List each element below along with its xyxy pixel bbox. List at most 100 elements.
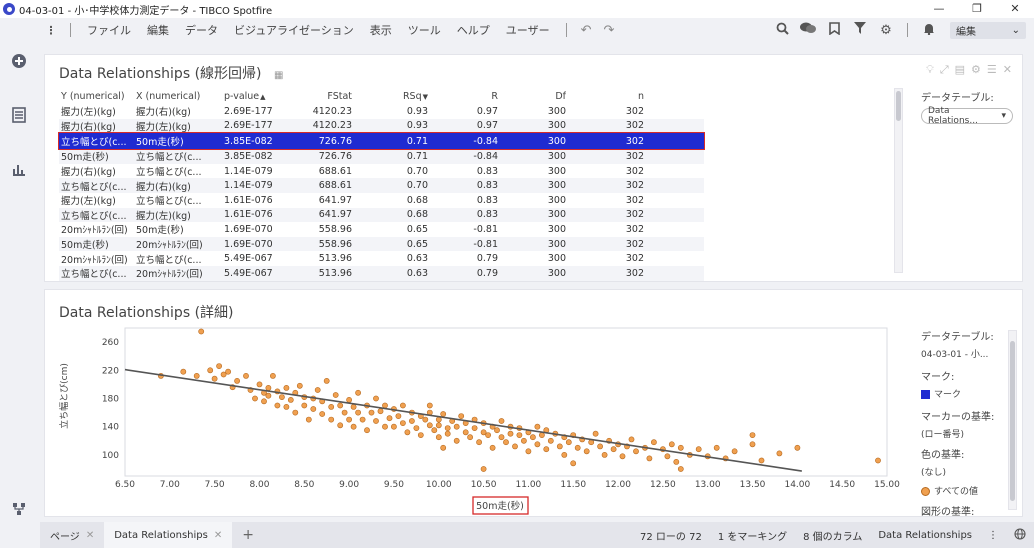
- restore-button[interactable]: ❐: [958, 0, 996, 18]
- undo-icon[interactable]: ↶: [575, 23, 598, 38]
- column-header-df[interactable]: Df: [498, 91, 566, 102]
- legend-scrollbar[interactable]: [1008, 330, 1017, 510]
- table-row[interactable]: 握力(左)(kg) 立ち幅とび(c... 1.61E-076 641.97 0.68 0.…: [59, 193, 704, 208]
- menu-file[interactable]: ファイル: [79, 22, 139, 38]
- status-marked[interactable]: 1 をマーキング: [710, 528, 795, 543]
- minimize-button[interactable]: —: [920, 0, 958, 18]
- menu-visualization[interactable]: ビジュアライゼーション: [226, 22, 362, 38]
- close-button[interactable]: ✕: [996, 0, 1034, 18]
- filter-icon[interactable]: [847, 22, 873, 38]
- data-point: [296, 382, 303, 389]
- table-scrollbar-thumb[interactable]: [896, 91, 901, 121]
- table-cell: 1.61E-076: [224, 209, 273, 221]
- data-point: [749, 432, 756, 438]
- globe-icon[interactable]: [1006, 527, 1034, 543]
- column-header-n[interactable]: n: [566, 91, 648, 102]
- table-cell: 5.49E-067: [224, 267, 273, 279]
- data-point: [355, 389, 361, 396]
- lightbulb-icon[interactable]: 💡︎: [926, 63, 934, 77]
- visualization-types-icon[interactable]: [10, 160, 28, 178]
- menu-separator: [565, 23, 567, 37]
- legend-marker-basis-value[interactable]: (ロー番号): [921, 427, 1005, 440]
- table-cell: 300: [547, 194, 566, 206]
- table-row[interactable]: 立ち幅とび(c... 50m走(秒) 3.85E-082 726.76 0.71 -0.8…: [58, 132, 705, 151]
- menu-separator: [70, 23, 71, 37]
- legend-marker-label: マーク:: [921, 372, 955, 383]
- data-flow-icon[interactable]: [10, 500, 28, 518]
- menu-user[interactable]: ユーザー: [498, 22, 558, 38]
- data-table-dropdown[interactable]: Data Relations... ▾: [921, 106, 1013, 126]
- data-canvas-icon[interactable]: [10, 106, 28, 124]
- y-axis-label: 立ち幅とび(cm): [58, 363, 70, 429]
- status-data-table[interactable]: Data Relationships: [870, 530, 980, 541]
- details-icon[interactable]: ▤: [955, 63, 965, 77]
- table-side-panel: データテーブル: Data Relations... ▾: [921, 89, 1013, 126]
- chevron-down-icon: ⌄: [1011, 24, 1020, 36]
- table-row[interactable]: 20mｼｬﾄﾙﾗﾝ(回) 立ち幅とび(c... 5.49E-067 513.96 0.6…: [59, 251, 704, 266]
- gear-icon[interactable]: ⚙: [873, 23, 899, 38]
- table-row[interactable]: 握力(左)(kg) 握力(右)(kg) 2.69E-177 4120.23 0.93 0.…: [59, 104, 704, 119]
- column-header-rsq[interactable]: RSq▼: [352, 91, 428, 102]
- search-icon[interactable]: [769, 22, 795, 39]
- legend-scrollbar-thumb[interactable]: [1010, 341, 1015, 501]
- menu-data[interactable]: データ: [177, 22, 226, 38]
- table-row[interactable]: 立ち幅とび(c... 握力(右)(kg) 1.14E-079 688.61 0.70 0.…: [59, 178, 704, 193]
- legend-all-values-item[interactable]: すべての値: [921, 484, 1005, 497]
- bookmark-icon[interactable]: [821, 21, 847, 39]
- notification-icon[interactable]: [916, 22, 942, 39]
- menu-tools[interactable]: ツール: [400, 22, 449, 38]
- table-row[interactable]: 立ち幅とび(c... 握力(左)(kg) 1.61E-076 641.97 0.68 0.…: [59, 207, 704, 223]
- menu-view[interactable]: 表示: [362, 22, 400, 38]
- table-cell: 5.49E-067: [224, 253, 273, 265]
- add-data-icon[interactable]: [10, 52, 28, 70]
- toolbar-right: ⚙ 編集 ⌄: [769, 18, 1034, 42]
- table-cell: 0.93: [406, 120, 428, 132]
- menu-edit[interactable]: 編集: [139, 22, 177, 38]
- table-cell: 20mｼｬﾄﾙﾗﾝ(回): [61, 225, 128, 237]
- tab-pages[interactable]: ページ ✕: [40, 522, 104, 548]
- redo-icon[interactable]: ↷: [597, 23, 620, 38]
- table-body: 握力(左)(kg) 握力(右)(kg) 2.69E-177 4120.23 0.93 0.…: [58, 104, 705, 281]
- data-point: [619, 453, 626, 460]
- data-point: [332, 392, 339, 398]
- table-cell: 300: [547, 267, 566, 279]
- legend-marker-item[interactable]: マーク: [921, 387, 1005, 400]
- table-cell: 立ち幅とび(c...: [61, 269, 127, 281]
- status-columns[interactable]: 8 個のカラム: [795, 528, 870, 543]
- table-row[interactable]: 握力(右)(kg) 立ち幅とび(c... 1.14E-079 688.61 0.70 0.…: [59, 164, 704, 179]
- column-header-y[interactable]: Y (numerical): [59, 91, 136, 102]
- plot-area: [124, 327, 888, 477]
- more-icon[interactable]: ⋮: [980, 530, 1006, 541]
- table-row[interactable]: 50m走(秒) 20mｼｬﾄﾙﾗﾝ(回) 1.69E-070 558.96 0.65 -0…: [59, 236, 704, 252]
- table-row[interactable]: 50m走(秒) 立ち幅とび(c... 3.85E-082 726.76 0.71 -0.8…: [59, 149, 704, 164]
- close-icon[interactable]: ✕: [1003, 63, 1012, 77]
- collaboration-icon[interactable]: [795, 22, 821, 39]
- status-rows[interactable]: 72 ローの 72: [632, 528, 710, 543]
- table-scrollbar[interactable]: [894, 88, 903, 273]
- menu-help[interactable]: ヘルプ: [449, 22, 498, 38]
- gear-icon[interactable]: ⚙: [971, 63, 981, 77]
- close-icon[interactable]: ✕: [86, 530, 94, 541]
- edit-mode-dropdown[interactable]: 編集 ⌄: [950, 21, 1026, 39]
- table-row[interactable]: 20mｼｬﾄﾙﾗﾝ(回) 50m走(秒) 1.69E-070 558.96 0.65 -0…: [59, 222, 704, 237]
- column-header-r[interactable]: R: [428, 91, 498, 102]
- y-tick-label: 180: [102, 394, 119, 404]
- close-icon[interactable]: ✕: [214, 530, 222, 541]
- add-page-button[interactable]: +: [232, 527, 264, 543]
- list-icon[interactable]: ☰: [987, 63, 997, 77]
- more-menu-icon[interactable]: ⋮: [40, 24, 62, 37]
- data-point: [310, 406, 317, 412]
- table-row[interactable]: 立ち幅とび(c... 20mｼｬﾄﾙﾗﾝ(回) 5.49E-067 513.96 0.6…: [59, 265, 704, 281]
- legend-color-basis-value[interactable]: (なし): [921, 465, 1005, 478]
- column-header-p-value[interactable]: p-value▲: [216, 91, 284, 102]
- legend-color-basis-label: 色の基準:: [921, 450, 965, 461]
- data-point: [440, 444, 447, 451]
- tab-data-relationships[interactable]: Data Relationships ✕: [104, 522, 233, 548]
- column-header-fstat[interactable]: FStat: [284, 91, 352, 102]
- column-header-x[interactable]: X (numerical): [136, 91, 216, 102]
- edit-mode-label: 編集: [956, 26, 976, 38]
- legend-data-table-value[interactable]: 04-03-01 - 小...: [921, 347, 1005, 360]
- table-row[interactable]: 握力(右)(kg) 握力(左)(kg) 2.69E-177 4120.23 0.93 0.…: [59, 118, 704, 134]
- maximize-icon[interactable]: ⤢: [940, 63, 949, 77]
- scatter-plot[interactable]: 100 140 180 220 260 6.50 7.00 7.50 8.00 8.50 9.00…: [45, 290, 915, 518]
